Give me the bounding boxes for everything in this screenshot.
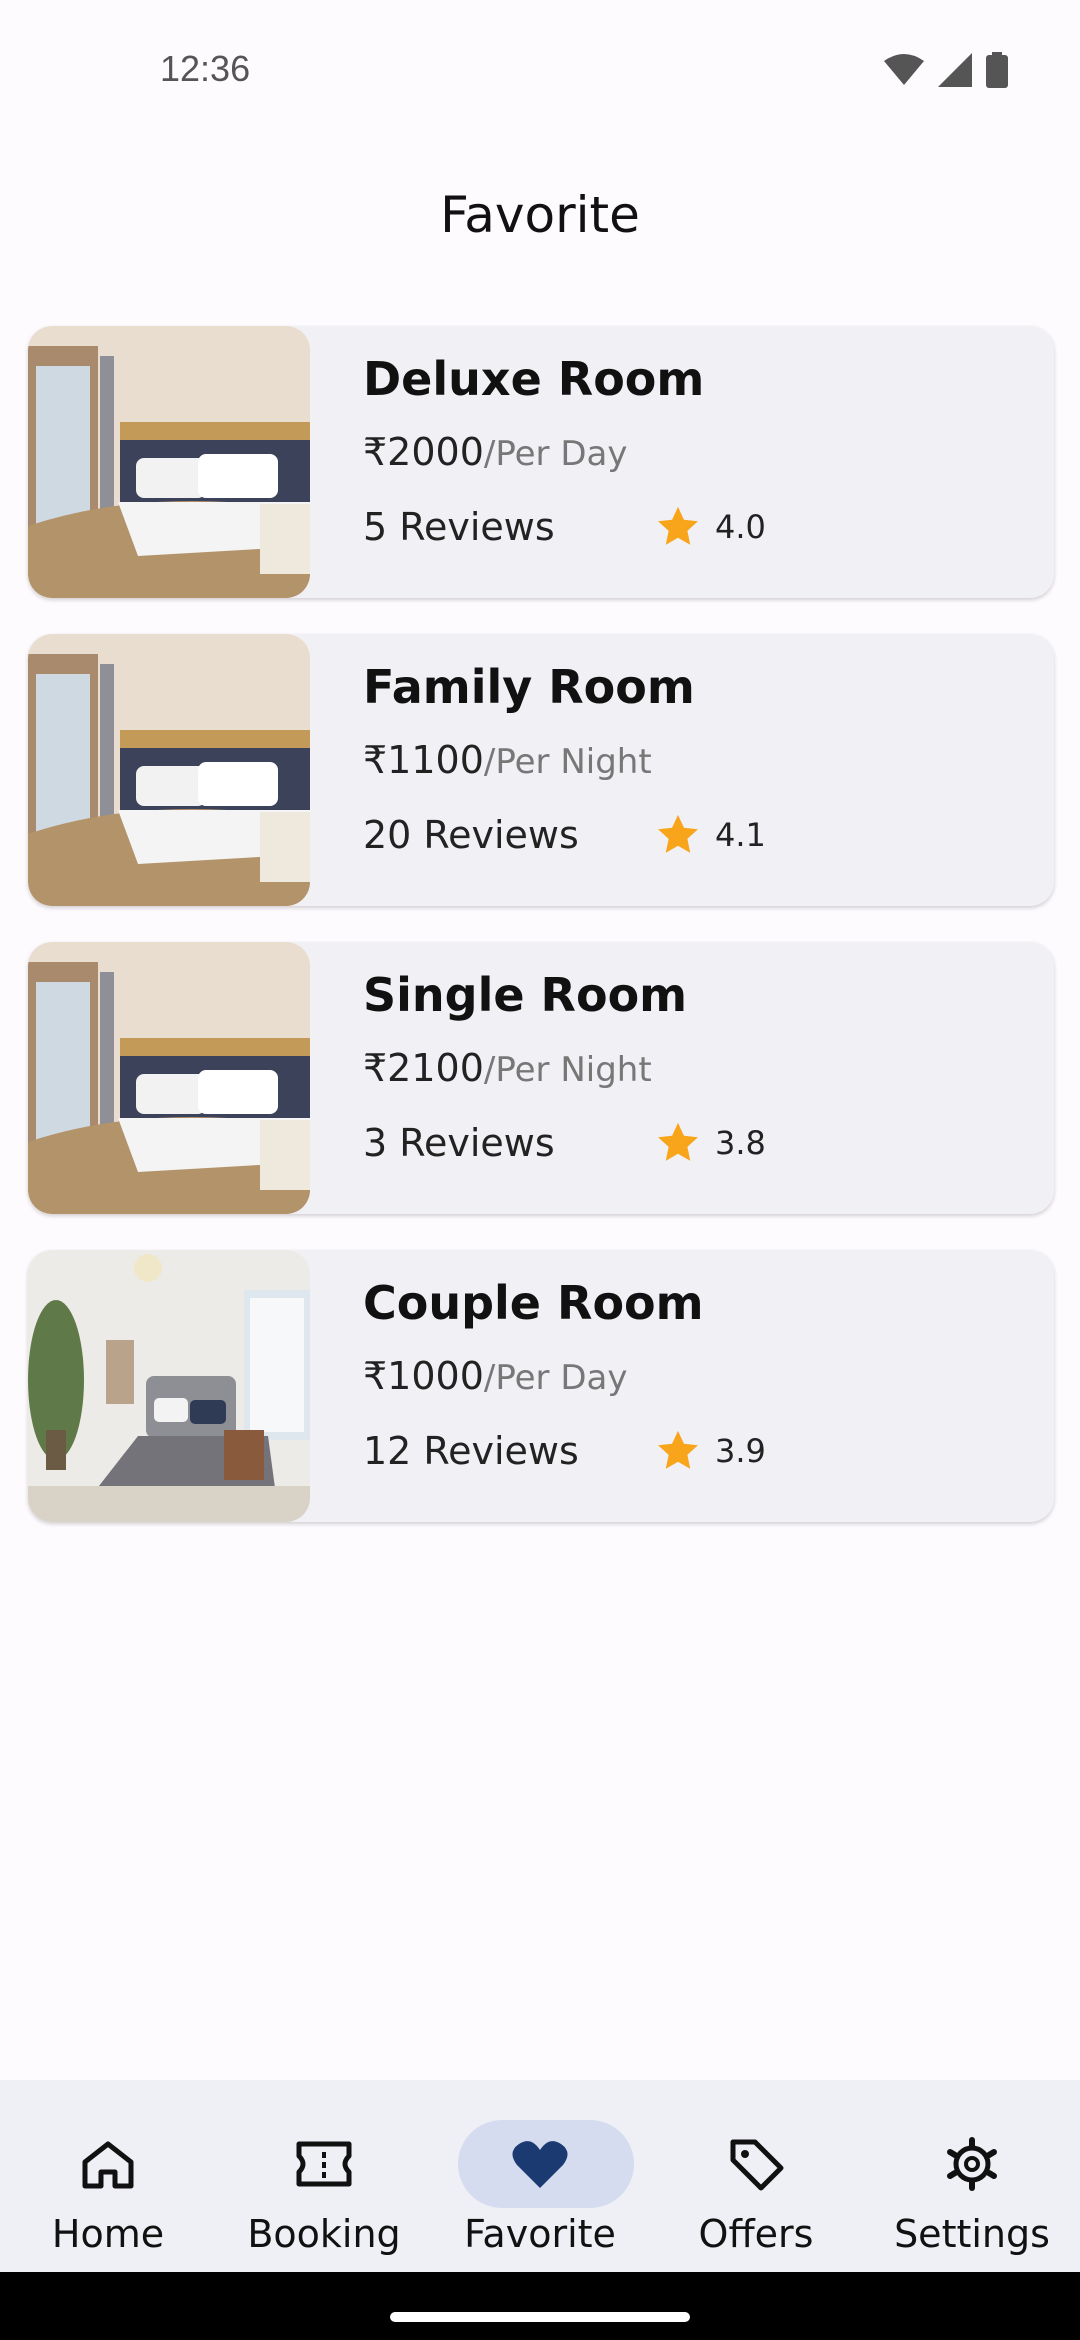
room-price: ₹2100 <box>363 1046 484 1090</box>
price-period: /Per Night <box>483 742 652 782</box>
gesture-bar <box>0 2272 1080 2340</box>
battery-icon <box>986 52 1008 88</box>
page-title: Favorite <box>440 186 640 244</box>
favorite-list: Deluxe Room ₹2000/Per Day 5 Reviews 4.0 <box>28 326 1054 1558</box>
meta-row: 5 Reviews 4.0 <box>363 502 1024 552</box>
rating-value: 3.8 <box>715 1124 766 1162</box>
status-bar: 12:36 <box>0 0 1080 140</box>
signal-icon <box>938 53 972 87</box>
star-icon <box>658 1430 698 1469</box>
price-period: /Per Night <box>483 1050 652 1090</box>
price-period: /Per Day <box>483 434 628 474</box>
room-name: Single Room <box>363 968 688 1022</box>
bottom-nav: Home Booking Favorite Offers Settings <box>0 2080 1080 2272</box>
room-photo <box>28 942 310 1214</box>
nav-favorite[interactable]: Favorite <box>432 2100 648 2260</box>
star-icon <box>658 506 698 545</box>
review-count: 5 Reviews <box>363 505 555 549</box>
wifi-icon <box>884 54 924 85</box>
price-row: ₹1000/Per Day <box>363 1352 1024 1402</box>
nav-label: Offers <box>698 2212 814 2256</box>
room-card[interactable]: Family Room ₹1100/Per Night 20 Reviews 4… <box>28 634 1054 906</box>
rating: 3.8 <box>655 1120 766 1166</box>
room-name: Deluxe Room <box>363 352 705 406</box>
rating-value: 4.1 <box>715 816 766 854</box>
nav-offers[interactable]: Offers <box>648 2100 864 2260</box>
price-period: /Per Day <box>483 1358 628 1398</box>
review-count: 12 Reviews <box>363 1429 579 1473</box>
nav-label: Booking <box>247 2212 401 2256</box>
nav-home[interactable]: Home <box>0 2100 216 2260</box>
room-info: Couple Room ₹1000/Per Day 12 Reviews 3.9 <box>363 1274 1024 1476</box>
room-card[interactable]: Single Room ₹2100/Per Night 3 Reviews 3.… <box>28 942 1054 1214</box>
room-photo <box>28 1250 310 1522</box>
nav-label: Home <box>51 2212 165 2256</box>
room-photo <box>28 326 310 598</box>
gear-icon <box>947 2137 997 2191</box>
meta-row: 12 Reviews 3.9 <box>363 1426 1024 1476</box>
price-row: ₹1100/Per Night <box>363 736 1024 786</box>
star-icon <box>658 1122 698 1161</box>
home-gesture-handle[interactable] <box>390 2312 690 2322</box>
review-count: 20 Reviews <box>363 813 579 857</box>
room-price: ₹1100 <box>363 738 484 782</box>
status-time: 12:36 <box>160 48 251 89</box>
room-info: Deluxe Room ₹2000/Per Day 5 Reviews 4.0 <box>363 350 1024 552</box>
heart-icon <box>512 2141 568 2188</box>
meta-row: 3 Reviews 3.8 <box>363 1118 1024 1168</box>
room-card[interactable]: Couple Room ₹1000/Per Day 12 Reviews 3.9 <box>28 1250 1054 1522</box>
room-photo <box>28 634 310 906</box>
nav-settings[interactable]: Settings <box>864 2100 1080 2260</box>
nav-label: Settings <box>894 2212 1050 2256</box>
rating-value: 3.9 <box>715 1432 766 1470</box>
rating: 4.1 <box>655 812 766 858</box>
price-row: ₹2000/Per Day <box>363 428 1024 478</box>
ticket-icon <box>296 2141 352 2187</box>
price-row: ₹2100/Per Night <box>363 1044 1024 1094</box>
room-price: ₹1000 <box>363 1354 484 1398</box>
star-icon <box>658 814 698 853</box>
room-name: Family Room <box>363 660 695 714</box>
status-icons <box>884 50 1008 90</box>
nav-label: Favorite <box>464 2212 616 2256</box>
rating-value: 4.0 <box>715 508 766 546</box>
rating: 4.0 <box>655 504 766 550</box>
room-info: Single Room ₹2100/Per Night 3 Reviews 3.… <box>363 966 1024 1168</box>
room-name: Couple Room <box>363 1276 704 1330</box>
room-price: ₹2000 <box>363 430 484 474</box>
room-card[interactable]: Deluxe Room ₹2000/Per Day 5 Reviews 4.0 <box>28 326 1054 598</box>
tag-icon <box>730 2139 784 2191</box>
nav-booking[interactable]: Booking <box>216 2100 432 2260</box>
review-count: 3 Reviews <box>363 1121 555 1165</box>
meta-row: 20 Reviews 4.1 <box>363 810 1024 860</box>
rating: 3.9 <box>655 1428 766 1474</box>
home-icon <box>82 2141 134 2189</box>
room-info: Family Room ₹1100/Per Night 20 Reviews 4… <box>363 658 1024 860</box>
